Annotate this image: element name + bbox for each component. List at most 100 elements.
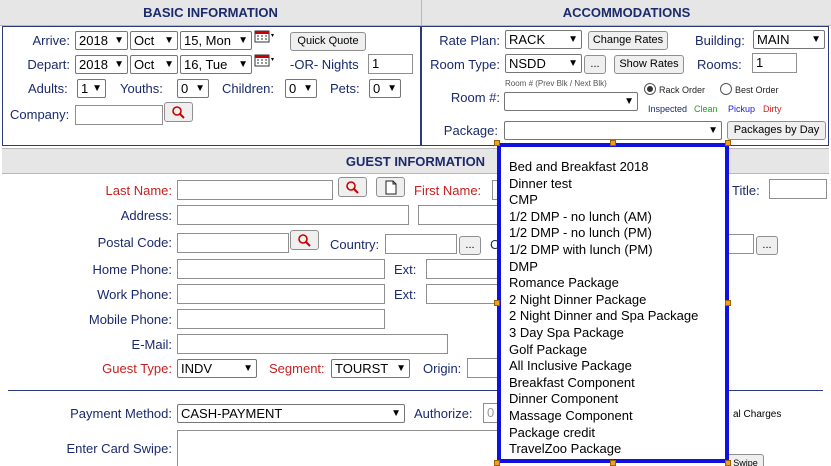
building-label: Building:	[695, 33, 745, 48]
package-option[interactable]: 2 Night Dinner and Spa Package	[509, 308, 698, 323]
work-ext-label: Ext:	[394, 287, 417, 302]
selection-handle-mr	[725, 300, 731, 306]
package-option[interactable]: Breakfast Component	[509, 375, 635, 390]
package-option[interactable]: Golf Package	[509, 342, 587, 357]
youths-select[interactable]: 0 ▼	[177, 79, 209, 98]
company-search-button[interactable]	[164, 102, 193, 122]
postal-code-search-button[interactable]	[290, 230, 319, 250]
document-icon	[385, 180, 397, 195]
segment-select[interactable]: TOURST ▼	[331, 359, 410, 378]
work-ext-input[interactable]	[426, 284, 498, 304]
room-number-hint: Room # (Prev Blk / Next Blk)	[505, 79, 607, 88]
search-icon	[172, 106, 185, 119]
package-option[interactable]: TravelZoo Package	[509, 441, 621, 456]
address-line1-input[interactable]	[177, 205, 409, 225]
right-field-lookup-button[interactable]: ...	[756, 236, 778, 255]
arrive-day-select[interactable]: 15, Mon ▼	[180, 31, 252, 50]
package-option[interactable]: 1/2 DMP with lunch (PM)	[509, 242, 653, 257]
package-option[interactable]: 1/2 DMP - no lunch (AM)	[509, 209, 652, 224]
room-number-select[interactable]: ▼	[504, 92, 638, 111]
rooms-input[interactable]: 1	[752, 53, 797, 73]
depart-calendar-icon[interactable]	[254, 54, 276, 68]
adults-label: Adults:	[28, 81, 68, 96]
package-option[interactable]: Package credit	[509, 425, 595, 440]
mobile-phone-input[interactable]	[177, 309, 385, 329]
package-option[interactable]: Dinner test	[509, 176, 572, 191]
card-swipe-label: Enter Card Swipe:	[66, 441, 173, 456]
mobile-phone-label: Mobile Phone:	[88, 312, 172, 327]
nights-input[interactable]: 1	[368, 54, 413, 74]
package-option[interactable]: 1/2 DMP - no lunch (PM)	[509, 225, 652, 240]
email-input[interactable]	[177, 334, 448, 354]
depart-month-select[interactable]: Oct ▼	[130, 55, 178, 74]
depart-day-select[interactable]: 16, Tue ▼	[180, 55, 252, 74]
search-icon	[346, 181, 359, 194]
room-type-lookup-button[interactable]: ...	[584, 55, 606, 74]
title-input[interactable]	[769, 179, 827, 199]
rate-plan-select[interactable]: RACK ▼	[505, 30, 582, 49]
change-rates-button[interactable]: Change Rates	[588, 31, 668, 50]
rooms-label: Rooms:	[697, 57, 742, 72]
company-input[interactable]	[75, 105, 163, 125]
arrive-label: Arrive:	[32, 33, 70, 48]
arrive-year-select[interactable]: 2018 ▼	[75, 31, 128, 50]
first-name-label: First Name:	[414, 183, 482, 198]
pets-select[interactable]: 0 ▼	[369, 79, 401, 98]
children-select[interactable]: 0 ▼	[285, 79, 317, 98]
card-swipe-input[interactable]	[177, 430, 498, 466]
company-label: Company:	[10, 107, 70, 122]
authorize-input[interactable]: 0	[483, 403, 498, 423]
arrive-month-select[interactable]: Oct ▼	[130, 31, 178, 50]
swipe-button[interactable]: Swipe	[727, 454, 764, 466]
children-label: Children:	[222, 81, 275, 96]
country-lookup-button[interactable]: ...	[459, 236, 481, 255]
package-option[interactable]: Romance Package	[509, 275, 619, 290]
country-label: Country:	[330, 237, 380, 252]
package-option[interactable]: 3 Day Spa Package	[509, 325, 624, 340]
room-type-select[interactable]: NSDD ▼	[505, 54, 582, 73]
origin-input[interactable]	[467, 358, 498, 378]
country-input[interactable]	[385, 234, 457, 254]
arrive-calendar-icon[interactable]	[254, 30, 276, 44]
package-label: Package:	[443, 123, 498, 138]
right-field-input[interactable]	[726, 234, 754, 254]
basic-info-header: BASIC INFORMATION	[0, 0, 421, 26]
room-number-label: Room #:	[450, 90, 500, 105]
adults-select[interactable]: 1 ▼	[77, 79, 106, 98]
building-select[interactable]: MAIN ▼	[753, 30, 825, 49]
postal-code-label: Postal Code:	[97, 235, 172, 250]
home-ext-input[interactable]	[426, 259, 498, 279]
guest-type-label: Guest Type:	[102, 361, 172, 376]
work-phone-input[interactable]	[177, 284, 385, 304]
email-label: E-Mail:	[131, 337, 172, 352]
show-rates-button[interactable]: Show Rates	[614, 55, 684, 74]
legend-clean: Clean	[694, 104, 718, 114]
selection-handle-tl	[494, 140, 500, 146]
package-option[interactable]: Massage Component	[509, 408, 633, 423]
quick-quote-button[interactable]: Quick Quote	[290, 32, 366, 51]
package-dropdown-list[interactable]: Bed and Breakfast 2018 Dinner test CMP 1/2 …	[497, 143, 729, 463]
package-option[interactable]: Bed and Breakfast 2018	[509, 159, 649, 174]
address-line2-input[interactable]	[418, 205, 498, 225]
guest-profile-button[interactable]	[376, 177, 405, 197]
payment-method-select[interactable]: CASH-PAYMENT ▼	[177, 404, 405, 423]
package-option[interactable]: DMP	[509, 259, 538, 274]
postal-code-input[interactable]	[177, 233, 289, 253]
packages-by-day-button[interactable]: Packages by Day	[727, 121, 826, 140]
best-order-radio[interactable]	[720, 83, 732, 95]
charges-text: al Charges	[733, 409, 782, 420]
package-option[interactable]: Dinner Component	[509, 391, 618, 406]
package-select[interactable]: ▼	[504, 121, 722, 140]
depart-year-select[interactable]: 2018 ▼	[75, 55, 128, 74]
home-phone-input[interactable]	[177, 259, 385, 279]
package-option[interactable]: CMP	[509, 192, 538, 207]
guest-type-select[interactable]: INDV ▼	[177, 359, 257, 378]
last-name-input[interactable]	[177, 180, 333, 200]
last-name-search-button[interactable]	[338, 177, 367, 197]
address-label: Address:	[120, 208, 172, 223]
package-option[interactable]: 2 Night Dinner Package	[509, 292, 646, 307]
search-icon	[298, 234, 311, 247]
rack-order-radio[interactable]	[644, 83, 656, 95]
package-option[interactable]: All Inclusive Package	[509, 358, 632, 373]
last-name-label: Last Name:	[105, 183, 172, 198]
